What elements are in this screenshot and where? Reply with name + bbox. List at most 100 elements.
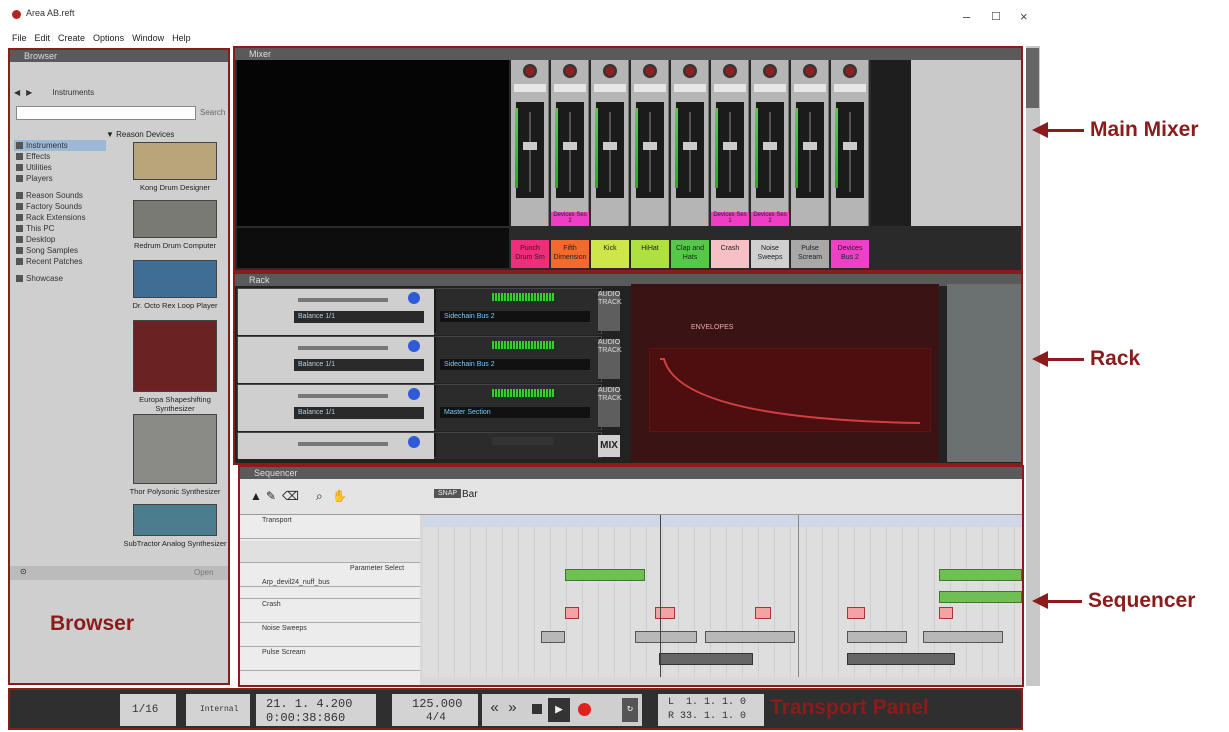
record-icon[interactable] xyxy=(578,703,591,716)
rack-overview[interactable] xyxy=(947,284,1021,462)
channel-fader[interactable] xyxy=(556,102,584,198)
pencil-tool-icon[interactable]: ✎ xyxy=(266,489,276,503)
menu-edit[interactable]: Edit xyxy=(35,33,51,43)
audio-clip[interactable] xyxy=(847,631,907,643)
position-bars[interactable]: 21. 1. 4.200 xyxy=(266,697,352,711)
settings-icon[interactable]: ⊙ xyxy=(20,567,27,576)
location-dropdown[interactable]: Instruments xyxy=(52,88,94,97)
note-clip[interactable] xyxy=(655,607,675,619)
note-clip[interactable] xyxy=(847,607,865,619)
channel-knob[interactable] xyxy=(723,64,737,78)
mute-solo[interactable] xyxy=(554,84,586,92)
mute-solo[interactable] xyxy=(634,84,666,92)
pattern-clip[interactable] xyxy=(939,569,1022,581)
location-item[interactable]: Song Samples xyxy=(14,245,106,256)
channel-label[interactable]: Clap and Hats xyxy=(671,240,709,268)
menu-help[interactable]: Help xyxy=(172,33,191,43)
mute-solo[interactable] xyxy=(674,84,706,92)
tempo-field[interactable]: 125.000 xyxy=(412,697,462,711)
location-item[interactable]: Utilities xyxy=(14,162,106,173)
channel-knob[interactable] xyxy=(763,64,777,78)
input-select[interactable]: Balance 1/1 xyxy=(294,359,424,371)
location-item[interactable]: Reason Sounds xyxy=(14,190,106,201)
menu-create[interactable]: Create xyxy=(58,33,85,43)
open-button[interactable]: Open xyxy=(194,568,214,577)
location-item[interactable]: Factory Sounds xyxy=(14,201,106,212)
audio-clip[interactable] xyxy=(705,631,795,643)
arrow-tool-icon[interactable]: ▲ xyxy=(250,489,262,503)
channel-label[interactable]: Kick xyxy=(591,240,629,268)
output-select[interactable]: Sidechain Bus 2 xyxy=(440,311,590,322)
audio-clip[interactable] xyxy=(635,631,697,643)
device-item[interactable]: Europa Shapeshifting Synthesizer xyxy=(120,320,230,413)
play-icon[interactable]: ▶ xyxy=(548,698,570,722)
location-item[interactable]: This PC xyxy=(14,223,106,234)
rewind-icon[interactable]: « xyxy=(490,700,499,717)
channel-knob[interactable] xyxy=(643,64,657,78)
input-select[interactable]: Balance 1/1 xyxy=(294,407,424,419)
envelope-display[interactable] xyxy=(649,348,931,432)
pattern-clip[interactable] xyxy=(565,569,645,581)
channel-knob[interactable] xyxy=(843,64,857,78)
mute-solo[interactable] xyxy=(754,84,786,92)
device-item[interactable]: Kong Drum Designer xyxy=(120,142,230,192)
search-button[interactable]: Search xyxy=(200,108,225,117)
note-clip[interactable] xyxy=(939,607,953,619)
maximize-icon[interactable]: ☐ xyxy=(991,12,1001,23)
location-item[interactable]: Effects xyxy=(14,151,106,162)
track-header[interactable]: Pulse Scream xyxy=(240,649,420,671)
scrollbar-thumb[interactable] xyxy=(1026,48,1039,108)
channel-fader[interactable] xyxy=(836,102,864,198)
forward-icon[interactable]: ▶ xyxy=(26,88,32,97)
channel-knob[interactable] xyxy=(523,64,537,78)
back-icon[interactable]: ◀ xyxy=(14,88,20,97)
menu-file[interactable]: File xyxy=(12,33,27,43)
input-select[interactable]: Balance 1/1 xyxy=(294,311,424,323)
note-clip[interactable] xyxy=(755,607,771,619)
mute-solo[interactable] xyxy=(834,84,866,92)
snap-select[interactable]: Bar xyxy=(462,489,478,500)
channel-label[interactable]: Pulse Scream xyxy=(791,240,829,268)
audio-clip[interactable] xyxy=(659,653,753,665)
location-item[interactable]: Recent Patches xyxy=(14,256,106,267)
browser-search-input[interactable] xyxy=(16,106,196,120)
device-item[interactable]: SubTractor Analog Synthesizer xyxy=(120,504,230,548)
menu-options[interactable]: Options xyxy=(93,33,124,43)
location-item[interactable]: Players xyxy=(14,173,106,184)
track-header[interactable]: Crash xyxy=(240,601,420,623)
device-item[interactable]: Thor Polysonic Synthesizer xyxy=(120,414,230,496)
channel-fader[interactable] xyxy=(716,102,744,198)
mute-solo[interactable] xyxy=(794,84,826,92)
channel-label[interactable]: Crash xyxy=(711,240,749,268)
channel-fader[interactable] xyxy=(676,102,704,198)
audio-clip[interactable] xyxy=(541,631,565,643)
sync-select[interactable]: Internal xyxy=(200,705,238,714)
channel-fader[interactable] xyxy=(596,102,624,198)
hand-tool-icon[interactable]: ✋ xyxy=(332,489,347,503)
output-select[interactable]: Sidechain Bus 2 xyxy=(440,359,590,370)
channel-knob[interactable] xyxy=(603,64,617,78)
location-item[interactable]: Instruments xyxy=(14,140,106,151)
mute-solo[interactable] xyxy=(514,84,546,92)
level-slider[interactable] xyxy=(298,346,388,350)
pan-knob[interactable] xyxy=(408,436,420,448)
channel-label[interactable]: Punch Drum Sm xyxy=(511,240,549,268)
loop-icon[interactable]: ↻ xyxy=(622,698,638,722)
device-item[interactable]: Redrum Drum Computer xyxy=(120,200,230,250)
channel-label[interactable]: Noise Sweeps xyxy=(751,240,789,268)
end-marker[interactable] xyxy=(798,515,799,677)
close-icon[interactable]: × xyxy=(1020,10,1028,23)
channel-knob[interactable] xyxy=(803,64,817,78)
mute-solo[interactable] xyxy=(594,84,626,92)
timeline-ruler[interactable] xyxy=(423,515,1022,527)
channel-label[interactable]: Devices Bus 2 xyxy=(831,240,869,268)
playhead[interactable] xyxy=(660,515,661,677)
menu-window[interactable]: Window xyxy=(132,33,164,43)
channel-fader[interactable] xyxy=(796,102,824,198)
right-locator[interactable]: 33. 1. 1. 0 xyxy=(680,711,746,722)
track-header[interactable]: Noise Sweeps xyxy=(240,625,420,647)
track-header[interactable]: Transport xyxy=(240,517,420,539)
fast-forward-icon[interactable]: » xyxy=(508,700,517,717)
minimize-icon[interactable]: – xyxy=(963,10,970,23)
pan-knob[interactable] xyxy=(408,340,420,352)
